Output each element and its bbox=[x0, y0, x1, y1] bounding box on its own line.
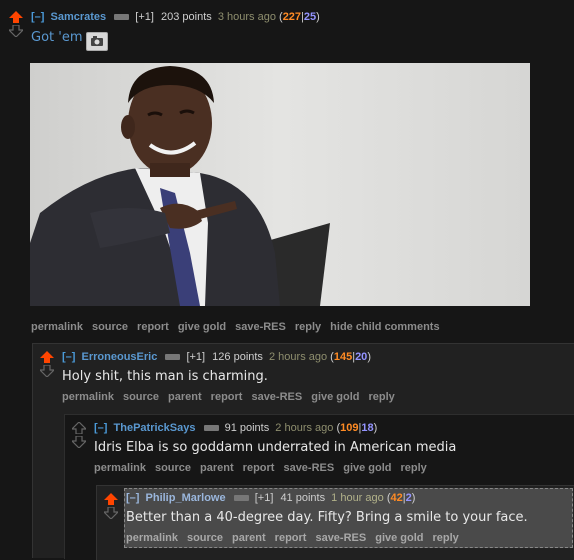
comment-tagline: [–] ThePatrickSays 91 points 2 hours ago… bbox=[94, 422, 378, 434]
upvote-count: 227 bbox=[282, 11, 302, 23]
expanded-image[interactable] bbox=[30, 63, 530, 306]
user-tag-icon[interactable] bbox=[165, 353, 181, 360]
score: 126 points bbox=[212, 351, 263, 363]
collapse-toggle[interactable]: [–] bbox=[31, 11, 44, 23]
give-gold-button[interactable]: give gold bbox=[375, 532, 423, 544]
report-button[interactable]: report bbox=[211, 391, 243, 403]
save-res-button[interactable]: save-RES bbox=[315, 532, 366, 544]
downvote-count: 18 bbox=[361, 422, 374, 434]
author-link[interactable]: Philip_Marlowe bbox=[146, 492, 226, 504]
camera-icon[interactable] bbox=[86, 32, 108, 51]
permalink-button[interactable]: permalink bbox=[31, 321, 83, 333]
collapse-toggle[interactable]: [–] bbox=[94, 422, 107, 434]
comment-thepatricksays: [–] ThePatrickSays 91 points 2 hours ago… bbox=[64, 414, 574, 560]
vote-arrows bbox=[40, 351, 54, 377]
upvote-arrow-icon[interactable] bbox=[72, 422, 86, 434]
reply-button[interactable]: reply bbox=[369, 391, 395, 403]
permalink-button[interactable]: permalink bbox=[126, 532, 178, 544]
timestamp: 1 hour ago bbox=[331, 492, 384, 504]
comment-buttons: permalink source parent report save-RES give … bbox=[62, 391, 404, 403]
reply-button[interactable]: reply bbox=[295, 321, 321, 333]
comment-body: Got 'em bbox=[31, 30, 83, 45]
user-tag-icon[interactable] bbox=[203, 424, 219, 431]
comment-body: Holy shit, this man is charming. bbox=[62, 369, 268, 384]
parent-button[interactable]: parent bbox=[168, 391, 202, 403]
comment-buttons: permalink source parent report save-RES give … bbox=[126, 532, 468, 544]
comment-buttons: permalink source parent report save-RES give … bbox=[94, 462, 436, 474]
source-button[interactable]: source bbox=[155, 462, 191, 474]
comment-tagline: [–] Samcrates [+1] 203 points 3 hours ag… bbox=[31, 11, 320, 23]
vote-arrows bbox=[104, 493, 118, 519]
photo-man-in-suit bbox=[30, 63, 530, 306]
timestamp: 3 hours ago bbox=[217, 11, 276, 23]
upvote-arrow-icon[interactable] bbox=[104, 493, 118, 505]
give-gold-button[interactable]: give gold bbox=[343, 462, 391, 474]
comment-body: Idris Elba is so goddamn underrated in A… bbox=[94, 440, 457, 455]
score: 41 points bbox=[280, 492, 326, 504]
give-gold-button[interactable]: give gold bbox=[178, 321, 226, 333]
report-button[interactable]: report bbox=[243, 462, 275, 474]
parent-button[interactable]: parent bbox=[200, 462, 234, 474]
parent-button[interactable]: parent bbox=[232, 532, 266, 544]
downvote-count: 20 bbox=[355, 351, 368, 363]
save-res-button[interactable]: save-RES bbox=[235, 321, 286, 333]
comment-philip-marlowe: [–] Philip_Marlowe [+1] 41 points 1 hour… bbox=[96, 485, 574, 560]
hide-child-comments-button[interactable]: hide child comments bbox=[330, 321, 439, 333]
report-button[interactable]: report bbox=[137, 321, 169, 333]
permalink-button[interactable]: permalink bbox=[94, 462, 146, 474]
reply-button[interactable]: reply bbox=[401, 462, 427, 474]
upvote-count: 42 bbox=[390, 492, 403, 504]
vote-tag: [+1] bbox=[135, 11, 154, 23]
comment-body: Better than a 40-degree day. Fifty? Brin… bbox=[126, 510, 528, 525]
author-link[interactable]: ThePatrickSays bbox=[114, 422, 196, 434]
downvote-arrow-icon[interactable] bbox=[104, 507, 118, 519]
downvote-arrow-icon[interactable] bbox=[40, 365, 54, 377]
upvote-arrow-icon[interactable] bbox=[40, 351, 54, 363]
comment-buttons: permalink source report give gold save-RES re… bbox=[31, 321, 449, 333]
downvote-arrow-icon[interactable] bbox=[9, 25, 23, 37]
author-link[interactable]: ErroneousEric bbox=[82, 351, 158, 363]
vote-arrows bbox=[9, 11, 23, 37]
vote-tag: [+1] bbox=[186, 351, 206, 363]
source-button[interactable]: source bbox=[123, 391, 159, 403]
collapse-toggle[interactable]: [–] bbox=[62, 351, 75, 363]
vote-arrows bbox=[72, 422, 86, 448]
permalink-button[interactable]: permalink bbox=[62, 391, 114, 403]
downvote-count: 25 bbox=[303, 11, 317, 23]
downvote-arrow-icon[interactable] bbox=[72, 436, 86, 448]
user-tag-icon[interactable] bbox=[114, 13, 130, 20]
source-button[interactable]: source bbox=[92, 321, 128, 333]
comment-tagline: [–] ErroneousEric [+1] 126 points 2 hour… bbox=[62, 351, 371, 363]
score: 91 points bbox=[224, 422, 270, 434]
upvote-count: 145 bbox=[333, 351, 353, 363]
save-res-button[interactable]: save-RES bbox=[283, 462, 334, 474]
save-res-button[interactable]: save-RES bbox=[251, 391, 302, 403]
upvote-count: 109 bbox=[340, 422, 359, 434]
score: 203 points bbox=[161, 11, 212, 23]
collapse-toggle[interactable]: [–] bbox=[126, 492, 139, 504]
reply-button[interactable]: reply bbox=[433, 532, 459, 544]
user-tag-icon[interactable] bbox=[233, 494, 249, 501]
timestamp: 2 hours ago bbox=[269, 351, 328, 363]
vote-tag: [+1] bbox=[254, 492, 274, 504]
source-button[interactable]: source bbox=[187, 532, 223, 544]
report-button[interactable]: report bbox=[275, 532, 307, 544]
comment-erroneouseric: [–] ErroneousEric [+1] 126 points 2 hour… bbox=[32, 343, 574, 560]
author-link[interactable]: Samcrates bbox=[51, 11, 107, 23]
give-gold-button[interactable]: give gold bbox=[311, 391, 359, 403]
timestamp: 2 hours ago bbox=[275, 422, 334, 434]
comment-link[interactable]: Got 'em bbox=[31, 30, 83, 45]
comment-tagline: [–] Philip_Marlowe [+1] 41 points 1 hour… bbox=[126, 492, 416, 504]
upvote-arrow-icon[interactable] bbox=[9, 11, 23, 23]
